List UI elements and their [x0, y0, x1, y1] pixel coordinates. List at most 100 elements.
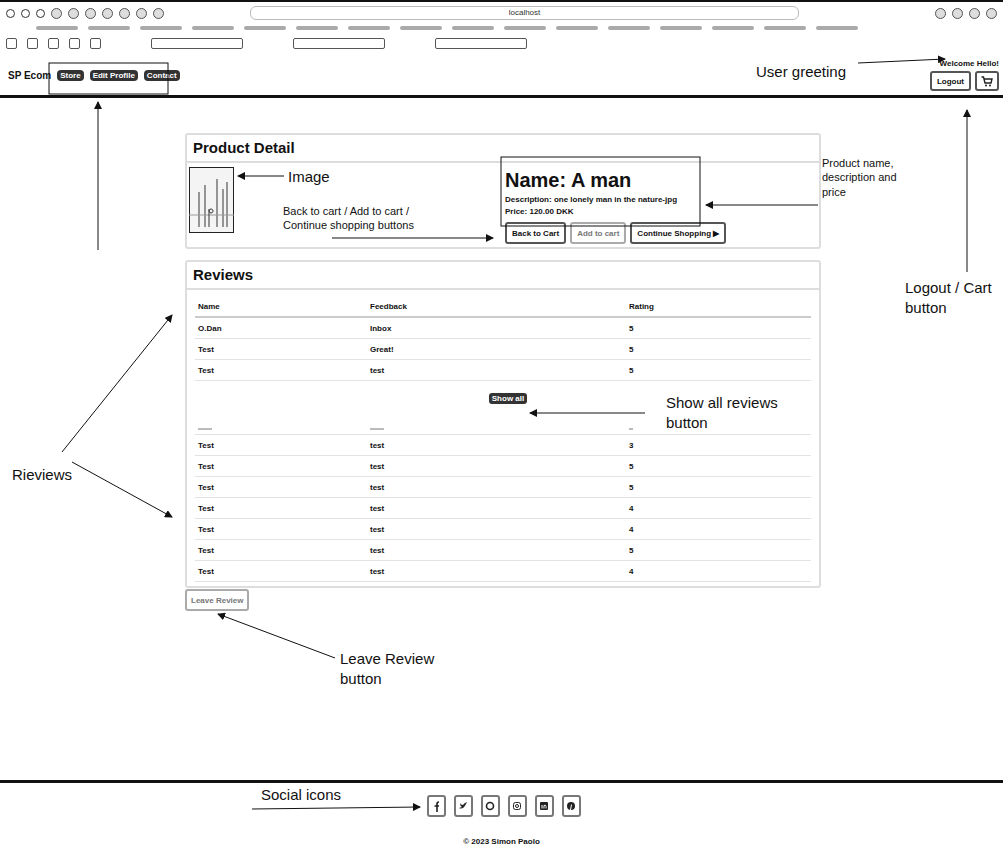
table-header	[195, 420, 811, 435]
instagram-icon[interactable]	[508, 795, 527, 817]
review-row: Testtest4	[195, 519, 811, 540]
review-row: Testtest5	[195, 456, 811, 477]
toolbar-icon[interactable]	[986, 8, 997, 19]
browser-tab[interactable]	[69, 38, 80, 49]
bookmark[interactable]	[816, 26, 858, 30]
bookmark[interactable]	[712, 26, 754, 30]
review-row: Testtest4	[195, 498, 811, 519]
bookmark[interactable]	[608, 26, 650, 30]
annotated-screenshot: localhost SP Ecom Store Edit Profile Contact…	[0, 0, 1003, 867]
bookmark[interactable]	[244, 26, 286, 30]
facebook-icon[interactable]	[427, 795, 446, 817]
annotation-label: Leave Review button	[340, 649, 450, 688]
review-row: O.DanInbox5	[195, 318, 811, 339]
bookmark[interactable]	[764, 26, 806, 30]
bookmark[interactable]	[296, 26, 338, 30]
annotation-label: Show all reviews button	[666, 393, 806, 432]
nav-link[interactable]: Edit Profile	[90, 70, 138, 81]
browser-tab[interactable]	[293, 38, 385, 49]
bookmark[interactable]	[36, 26, 78, 30]
review-row: Testtest5	[195, 360, 811, 381]
nav-link[interactable]: Store	[57, 70, 83, 81]
review-row: Testtest3	[195, 435, 811, 456]
browser-toolbar: localhost	[6, 6, 997, 20]
tab-bar	[6, 36, 997, 50]
browser-tab[interactable]	[90, 38, 101, 49]
product-button[interactable]: Back to Cart	[505, 222, 566, 244]
copyright: © 2023 Simon Paolo	[463, 837, 540, 846]
table-header: NameFeedbackRating	[195, 296, 811, 318]
column-header: Feedback	[370, 302, 629, 311]
reviews-table: NameFeedbackRatingO.DanInbox5TestGreat!5…	[187, 290, 819, 586]
bookmark[interactable]	[88, 26, 130, 30]
toolbar-icon[interactable]	[136, 8, 147, 19]
linkedin-icon[interactable]	[535, 795, 554, 817]
product-button[interactable]: Continue Shopping ▶	[630, 222, 726, 244]
browser-tab[interactable]	[48, 38, 59, 49]
product-card: Product Detail Name: A man Description: on…	[185, 133, 821, 249]
annotation-label: Product name, description and price	[822, 156, 922, 199]
window-control-icon[interactable]	[36, 9, 45, 18]
browser-tab[interactable]	[435, 38, 527, 49]
reviews-card: ReviewsNameFeedbackRatingO.DanInbox5Test…	[185, 260, 821, 588]
browser-tab[interactable]	[27, 38, 38, 49]
annotation-label: Image	[288, 167, 330, 187]
bookmark[interactable]	[400, 26, 442, 30]
twitter-icon[interactable]	[454, 795, 473, 817]
google-icon[interactable]	[481, 795, 500, 817]
cart-button[interactable]	[975, 71, 999, 91]
review-row: TestGreat!5	[195, 339, 811, 360]
annotation-label: User greeting	[756, 62, 846, 82]
toolbar-icon[interactable]	[51, 8, 62, 19]
column-header: Rating	[629, 302, 811, 311]
toolbar-icon[interactable]	[119, 8, 130, 19]
toolbar-icon[interactable]	[952, 8, 963, 19]
review-row: Testtest5	[195, 477, 811, 498]
pinterest-icon[interactable]	[562, 795, 581, 817]
bookmark[interactable]	[504, 26, 546, 30]
logout-button[interactable]: Logout	[930, 71, 971, 91]
card-title: Reviews	[187, 262, 819, 290]
annotation-arrows	[0, 0, 1003, 867]
annotation-label: Logout / Cart button	[905, 278, 1001, 317]
toolbar-icon[interactable]	[68, 8, 79, 19]
footer: © 2023 Simon Paolo	[0, 783, 1003, 846]
bookmark[interactable]	[348, 26, 390, 30]
nav-link[interactable]: Contact	[144, 70, 180, 81]
toolbar-icon[interactable]	[85, 8, 96, 19]
bookmark[interactable]	[140, 26, 182, 30]
product-price: Price: 120.00 DKK	[505, 207, 817, 216]
bookmark[interactable]	[660, 26, 702, 30]
annotation-label: Social icons	[261, 785, 341, 805]
annotation-label: Rieviews	[12, 465, 72, 485]
landscape-icon	[189, 167, 234, 233]
product-description: Description: one lonely man in the natur…	[505, 195, 817, 204]
card-title: Product Detail	[187, 135, 819, 163]
toolbar-icon[interactable]	[935, 8, 946, 19]
product-image	[189, 167, 236, 235]
toolbar-icon[interactable]	[102, 8, 113, 19]
toolbar-icon[interactable]	[969, 8, 980, 19]
nav-highlight-box	[49, 63, 168, 94]
address-bar[interactable]: localhost	[250, 6, 799, 20]
info-highlight-box	[501, 157, 700, 226]
product-button[interactable]: Add to cart	[570, 222, 626, 244]
review-row: Testtest4	[195, 561, 811, 582]
bookmarks-bar	[6, 23, 997, 33]
browser-tab[interactable]	[6, 38, 17, 49]
user-greeting: Welcome Hello!	[940, 59, 999, 68]
main-content: Product Detail Name: A man Description: on…	[0, 98, 1003, 783]
leave-review-button[interactable]: Leave Review	[185, 589, 249, 611]
product-name: Name: A man	[505, 169, 817, 192]
bookmark[interactable]	[556, 26, 598, 30]
annotation-label: Back to cart / Add to cart / Continue sh…	[283, 204, 453, 233]
brand[interactable]: SP Ecom	[8, 70, 51, 81]
toolbar-icon[interactable]	[153, 8, 164, 19]
review-row: Testtest5	[195, 540, 811, 561]
window-control-icon[interactable]	[21, 9, 30, 18]
show-all-button[interactable]: Show all	[489, 393, 527, 404]
window-control-icon[interactable]	[6, 9, 15, 18]
browser-tab[interactable]	[151, 38, 243, 49]
bookmark[interactable]	[192, 26, 234, 30]
bookmark[interactable]	[452, 26, 494, 30]
